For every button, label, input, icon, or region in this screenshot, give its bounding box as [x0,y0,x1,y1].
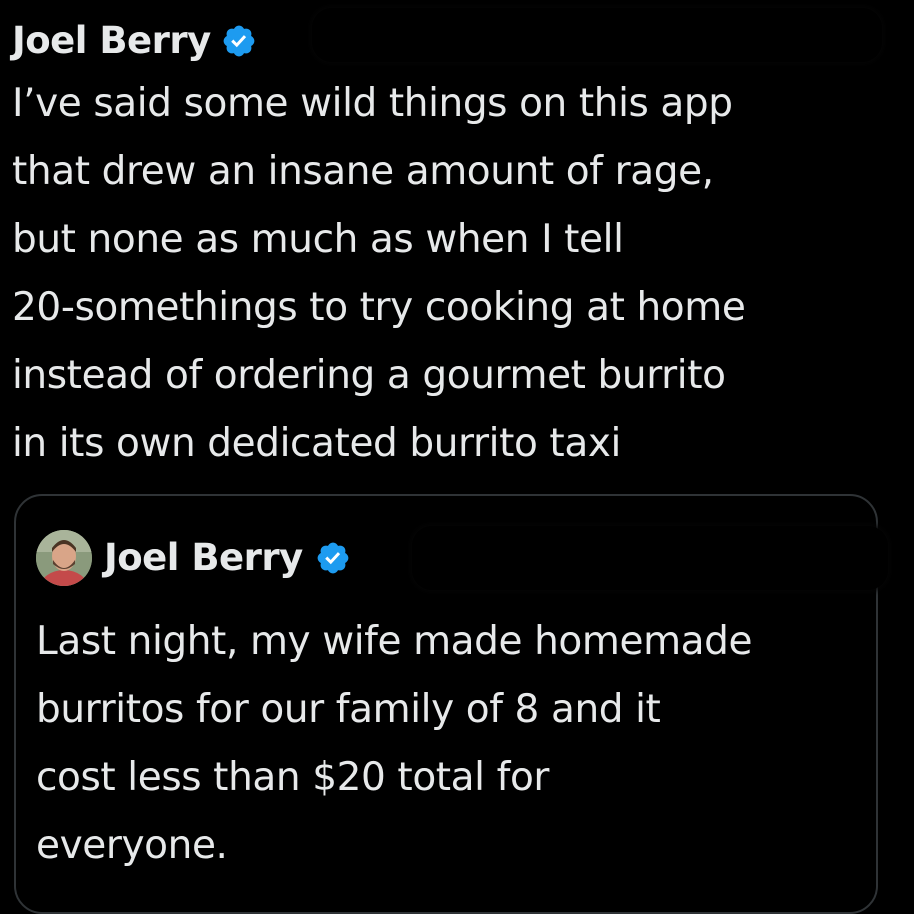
redaction-mark [412,526,888,590]
quoted-tweet-header: Joel Berry [36,530,351,586]
verified-badge-icon[interactable] [221,23,257,59]
quoted-author-name[interactable]: Joel Berry [104,533,303,583]
author-name[interactable]: Joel Berry [12,16,211,66]
redaction-mark [312,8,882,62]
tweet-header: Joel Berry [12,16,257,66]
quoted-tweet-text: Last night, my wife made homemade burrit… [36,619,753,868]
avatar[interactable] [36,530,92,586]
tweet-text: I’ve said some wild things on this app t… [12,81,746,466]
verified-badge-icon[interactable] [315,540,351,576]
quoted-tweet-card[interactable]: Joel Berry Last night, my wife made home… [14,494,888,914]
